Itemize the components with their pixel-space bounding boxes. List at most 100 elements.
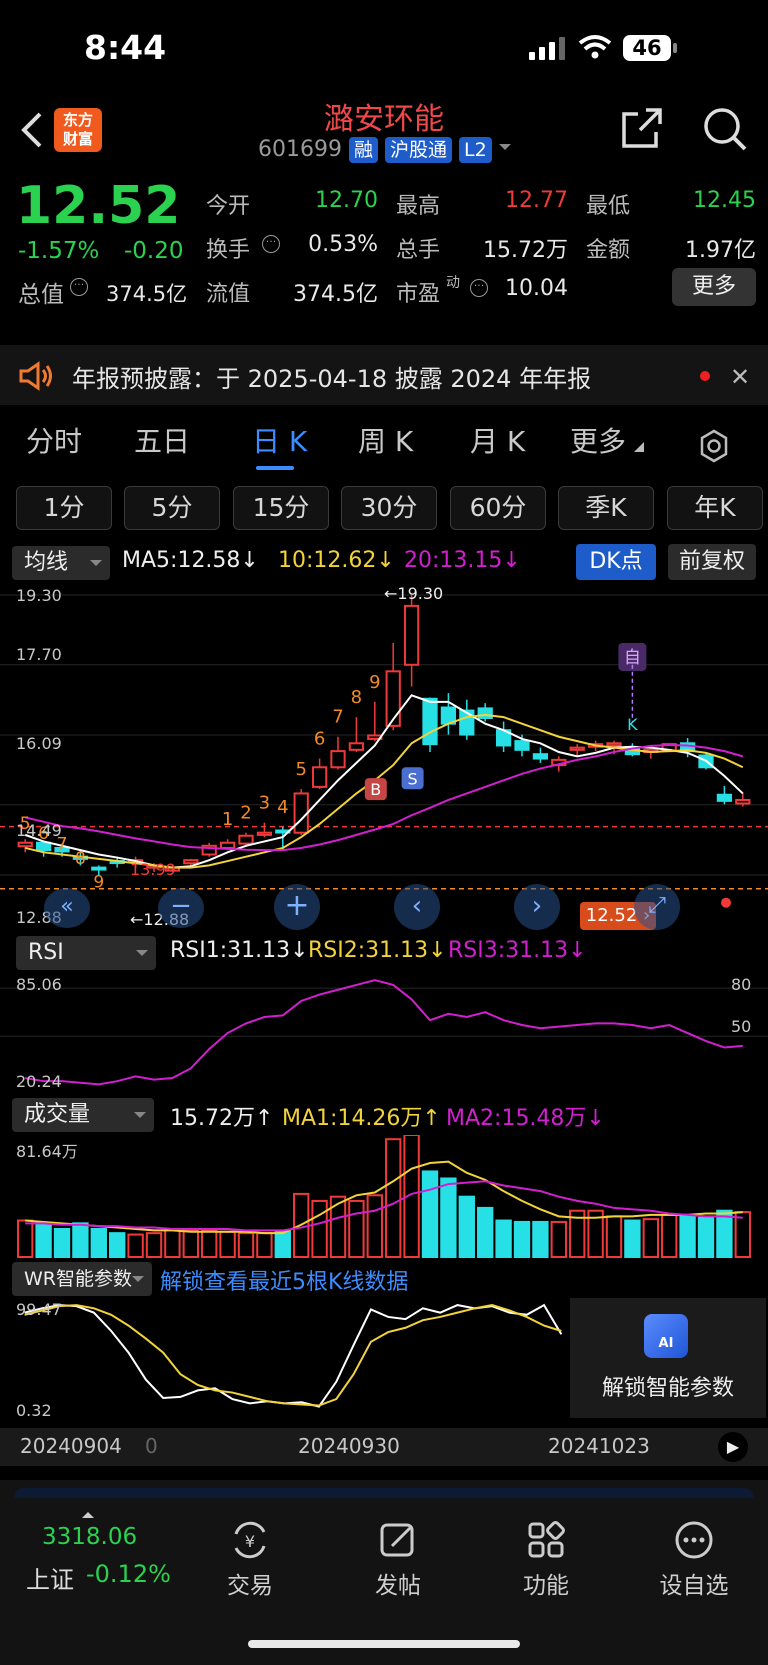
date-label: 20241023 bbox=[548, 1434, 650, 1458]
volume-bar bbox=[661, 1213, 678, 1259]
indicator-select[interactable]: 均线 bbox=[12, 546, 110, 580]
play-icon[interactable]: ▶ bbox=[718, 1432, 748, 1462]
rsi-line bbox=[25, 979, 743, 1086]
volume-bar bbox=[201, 1229, 218, 1259]
tab-30min[interactable]: 30分 bbox=[341, 486, 437, 530]
zoom-out-button[interactable]: « bbox=[44, 888, 90, 928]
tab-weekly-k[interactable]: 周 K bbox=[358, 420, 413, 460]
tab-15min[interactable]: 15分 bbox=[233, 486, 329, 530]
volume-bar bbox=[532, 1220, 549, 1258]
tab-daily-k[interactable]: 日 K bbox=[252, 420, 307, 460]
tab-60min[interactable]: 60分 bbox=[450, 486, 546, 530]
grid-icon bbox=[528, 1521, 565, 1558]
index-strip bbox=[14, 1488, 754, 1498]
candle-body bbox=[219, 841, 236, 849]
candle-body bbox=[330, 750, 346, 769]
info-icon[interactable]: ··· bbox=[262, 235, 280, 253]
rsi3-readout: RSI3:31.13↓ bbox=[448, 938, 587, 963]
wr-y-bottom: 0.32 bbox=[16, 1401, 52, 1420]
function-button[interactable]: 功能 bbox=[486, 1520, 606, 1600]
wr-select[interactable]: WR智能参数 bbox=[12, 1262, 152, 1296]
volume-readout: 15.72万↑ bbox=[170, 1106, 274, 1131]
candle-body bbox=[183, 859, 199, 865]
volume-bar bbox=[734, 1211, 751, 1258]
volume-bar bbox=[348, 1199, 365, 1258]
tab-5min[interactable]: 5分 bbox=[124, 486, 220, 530]
notice-bar[interactable]: 年报预披露：于 2025-04-18 披露 2024 年年报 ✕ bbox=[0, 345, 768, 405]
mktcap-value: 374.5亿 bbox=[106, 282, 188, 306]
share-icon[interactable] bbox=[620, 106, 664, 154]
ma20-readout: 20:13.15↓ bbox=[404, 548, 521, 573]
fullscreen-button[interactable]: ⤢ bbox=[634, 884, 680, 930]
tab-year-k[interactable]: 年K bbox=[667, 486, 763, 530]
candle-body bbox=[459, 709, 475, 736]
ma10-readout: 10:12.62↓ bbox=[278, 548, 395, 573]
info-icon[interactable]: ··· bbox=[470, 279, 488, 297]
stock-code-row[interactable]: 601699 融 沪股通 L2 bbox=[258, 137, 528, 163]
low-label: 最低 bbox=[586, 194, 631, 219]
count-label: 3 bbox=[259, 793, 270, 814]
ai-icon: AI bbox=[644, 1314, 688, 1358]
adjust-button[interactable]: 前复权 bbox=[668, 544, 756, 580]
status-time: 8:44 bbox=[84, 28, 167, 67]
next-button[interactable]: › bbox=[514, 884, 560, 930]
count-label: 7 bbox=[332, 707, 343, 728]
wr1-line bbox=[24, 1303, 563, 1408]
candlestick-chart[interactable]: 1 2 3 4567895 6789BS自K bbox=[0, 585, 768, 930]
candle-body bbox=[17, 841, 33, 848]
period-tabs: 分时 五日 日 K 周 K 月 K 更多 bbox=[0, 410, 768, 480]
tab-monthly-k[interactable]: 月 K bbox=[470, 420, 525, 460]
index-name[interactable]: 上证 bbox=[26, 1560, 74, 1595]
unlock-card[interactable]: AI 解锁智能参数 bbox=[570, 1298, 766, 1418]
open-value: 12.70 bbox=[315, 188, 378, 213]
date-label: 20240930 bbox=[298, 1434, 400, 1458]
add-watchlist-button[interactable]: 设自选 bbox=[634, 1520, 754, 1600]
candle-body bbox=[91, 866, 107, 871]
rsi-level-80: 80 bbox=[731, 975, 752, 994]
tab-more[interactable]: 更多 bbox=[570, 420, 626, 460]
info-icon[interactable]: ··· bbox=[70, 278, 88, 296]
more-icon bbox=[675, 1521, 713, 1559]
more-button[interactable]: 更多 bbox=[672, 268, 756, 306]
dk-button[interactable]: DK点 bbox=[576, 544, 656, 580]
tab-5day[interactable]: 五日 bbox=[134, 420, 190, 460]
tab-quarter-k[interactable]: 季K bbox=[558, 486, 654, 530]
count-label: 9 bbox=[93, 872, 104, 892]
high-label: 最高 bbox=[396, 194, 441, 219]
candle-body bbox=[569, 746, 585, 751]
candle-body bbox=[422, 697, 438, 746]
date-label: 20240904 bbox=[20, 1434, 122, 1458]
expand-icon[interactable] bbox=[82, 1506, 94, 1518]
tab-intraday[interactable]: 分时 bbox=[26, 420, 82, 460]
wr-y-top: 99.47 bbox=[16, 1300, 62, 1319]
count-label: 8 bbox=[351, 687, 362, 708]
volume-select[interactable]: 成交量 bbox=[12, 1098, 154, 1132]
trade-button[interactable]: ¥ 交易 bbox=[190, 1520, 310, 1600]
volume-bar bbox=[513, 1220, 531, 1258]
candle-body bbox=[735, 798, 751, 805]
more-corner-icon bbox=[634, 442, 644, 452]
wr-unlock-link[interactable]: 解锁查看最近5根K线数据 bbox=[160, 1264, 408, 1296]
rsi-select[interactable]: RSI bbox=[16, 936, 156, 970]
open-label: 今开 bbox=[206, 194, 251, 219]
volume-chart[interactable] bbox=[0, 1135, 768, 1260]
low-value: 12.45 bbox=[693, 188, 756, 213]
plus-button[interactable]: + bbox=[274, 884, 320, 930]
trade-icon: ¥ bbox=[234, 1521, 266, 1559]
close-icon[interactable]: ✕ bbox=[730, 363, 750, 391]
tab-underline bbox=[256, 466, 294, 470]
tab-1min[interactable]: 1分 bbox=[16, 486, 112, 530]
volume-bar bbox=[274, 1230, 291, 1258]
rsi-level-50: 50 bbox=[731, 1017, 752, 1036]
minus-button[interactable]: − bbox=[158, 888, 204, 928]
rsi-chart[interactable] bbox=[0, 972, 768, 1094]
post-button[interactable]: 发帖 bbox=[338, 1520, 458, 1600]
buy-marker-text: B bbox=[370, 780, 381, 799]
volume-bar bbox=[90, 1227, 107, 1259]
post-label: 发帖 bbox=[375, 1573, 421, 1599]
stock-code: 601699 bbox=[258, 137, 342, 162]
prev-button[interactable]: ‹ bbox=[394, 884, 440, 930]
search-icon[interactable] bbox=[702, 106, 748, 156]
candle-body bbox=[532, 753, 549, 760]
settings-icon[interactable] bbox=[696, 428, 732, 468]
